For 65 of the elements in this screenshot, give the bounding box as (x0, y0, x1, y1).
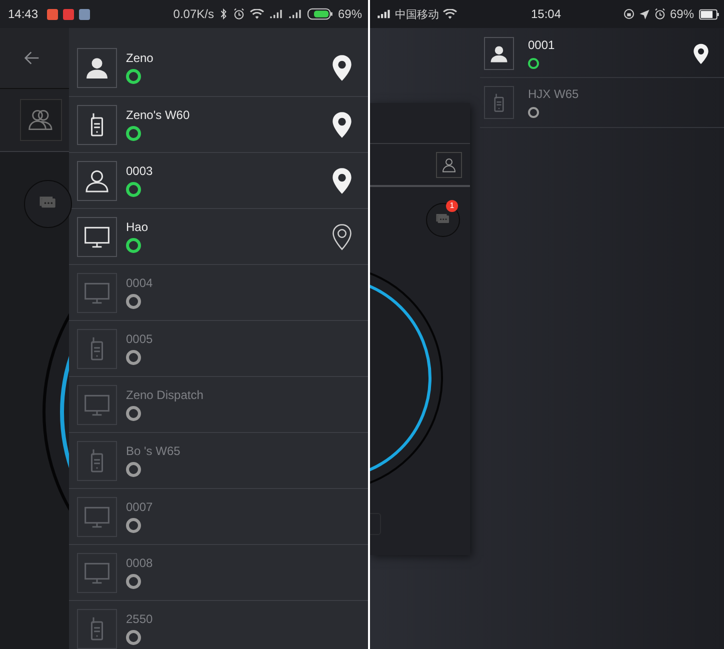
contact-name: 0005 (126, 332, 153, 346)
contact-item[interactable]: Zeno (69, 39, 368, 97)
signal-icon (288, 9, 302, 19)
contact-item[interactable]: 0005 (69, 321, 368, 377)
person-icon (484, 37, 514, 70)
network-speed: 0.07K/s (173, 7, 214, 21)
battery-icon (306, 8, 333, 20)
walkie-talkie-icon (77, 440, 117, 480)
chat-icon[interactable] (426, 203, 460, 237)
contact-item[interactable]: 0001 (480, 30, 724, 78)
carrier-name: 中国移动 (395, 8, 439, 22)
walkie-talkie-icon (77, 104, 117, 144)
app-notification-icon (47, 8, 58, 20)
contact-name: 0003 (126, 164, 153, 178)
contact-name: 0004 (126, 276, 153, 290)
contact-item[interactable]: Zeno's W60 (69, 97, 368, 153)
app-notification-icon (63, 8, 74, 20)
contact-item[interactable]: 2550 (69, 601, 368, 649)
monitor-icon (77, 272, 117, 312)
status-time: 14:43 (8, 7, 38, 21)
signal-icon (376, 9, 391, 19)
contact-item[interactable]: Zeno Dispatch (69, 377, 368, 433)
monitor-icon (77, 384, 117, 424)
battery-percent: 69% (670, 7, 694, 21)
contact-item[interactable]: HJX W65 (480, 78, 724, 128)
contact-name: 0001 (528, 38, 555, 52)
walkie-talkie-icon (484, 86, 514, 119)
contact-item[interactable]: 0004 (69, 265, 368, 321)
group-icon (20, 99, 62, 141)
walkie-talkie-icon (77, 608, 117, 648)
contact-name: Zeno Dispatch (126, 388, 204, 402)
signal-icon (268, 9, 283, 19)
battery-percent: 69% (338, 7, 362, 21)
contact-name: Zeno (126, 51, 154, 65)
chat-icon[interactable] (24, 180, 72, 228)
contact-name: 0008 (126, 556, 153, 570)
person-icon[interactable] (436, 152, 462, 178)
contact-item[interactable]: Bo 's W65 (69, 433, 368, 489)
status-time: 15:04 (530, 7, 562, 21)
rotation-lock-icon (622, 8, 635, 20)
location-arrow-icon (638, 8, 650, 20)
alarm-icon (232, 8, 245, 20)
contact-name: 0007 (126, 500, 153, 514)
walkie-talkie-icon (77, 328, 117, 368)
battery-icon (698, 8, 720, 20)
contact-item[interactable]: 0007 (69, 489, 368, 545)
person-icon (77, 48, 117, 88)
contact-name: Zeno's W60 (126, 108, 190, 122)
monitor-icon (77, 496, 117, 536)
contact-name: Hao (126, 220, 148, 234)
contact-name: HJX W65 (528, 87, 579, 101)
bluetooth-icon (218, 8, 228, 20)
unread-badge: 1 (446, 200, 458, 212)
alarm-icon (654, 8, 666, 20)
monitor-icon (77, 216, 117, 256)
wifi-icon (250, 8, 264, 20)
app-notification-icon (79, 8, 90, 20)
person-icon (77, 160, 117, 200)
monitor-icon (77, 552, 117, 592)
contact-item[interactable]: Hao (69, 209, 368, 265)
contact-item[interactable]: 0003 (69, 153, 368, 209)
wifi-icon (443, 8, 457, 20)
contact-name: 2550 (126, 612, 153, 626)
contact-name: Bo 's W65 (126, 444, 180, 458)
contact-item[interactable]: 0008 (69, 545, 368, 601)
